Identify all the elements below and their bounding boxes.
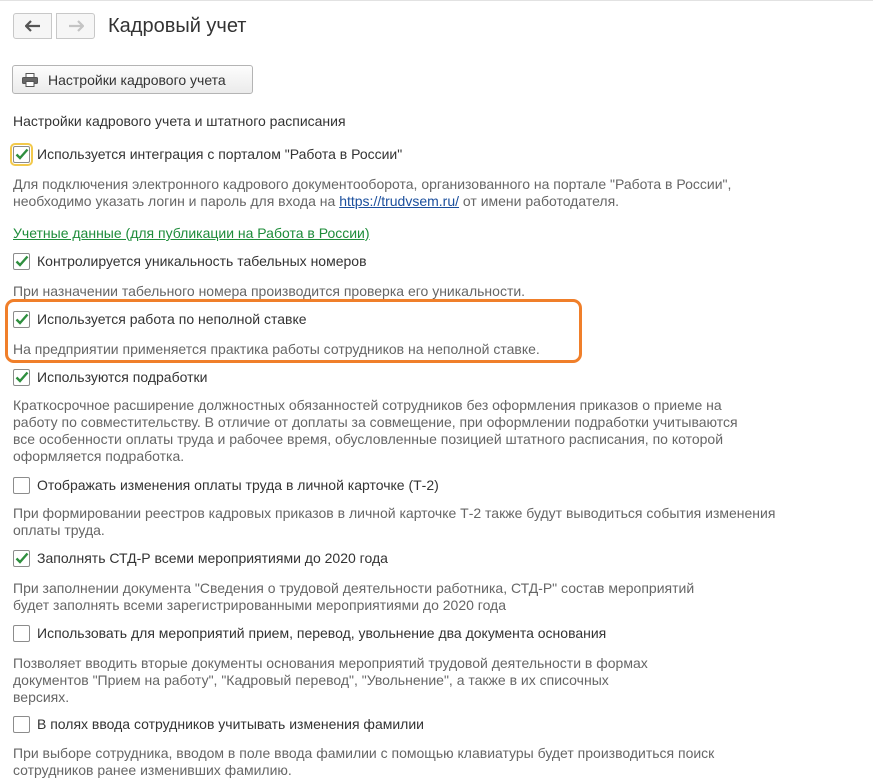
checkmark-icon bbox=[15, 255, 28, 267]
checkbox-part-time[interactable] bbox=[13, 310, 30, 328]
option-description: Краткосрочное расширение должностных обя… bbox=[13, 397, 738, 464]
checkbox-portal-integration[interactable] bbox=[10, 142, 33, 166]
option-label: Используются подработки bbox=[37, 369, 208, 385]
checkbox-surname-changes[interactable] bbox=[13, 715, 30, 733]
arrow-right-icon bbox=[68, 20, 84, 32]
arrow-left-icon bbox=[24, 20, 40, 32]
option-label: Используется интеграция с порталом "Рабо… bbox=[37, 146, 403, 162]
description-text-end: от имени работодателя. bbox=[459, 193, 620, 209]
hr-settings-button-label: Настройки кадрового учета bbox=[48, 71, 226, 88]
option-surname-changes[interactable]: В полях ввода сотрудников учитывать изме… bbox=[13, 714, 424, 734]
checkmark-icon bbox=[15, 313, 28, 325]
option-label: Контролируется уникальность табельных но… bbox=[37, 253, 367, 269]
option-description: На предприятии применяется практика рабо… bbox=[13, 341, 540, 357]
checkbox-two-documents[interactable] bbox=[13, 624, 30, 642]
option-description: Позволяет вводить вторые документы основ… bbox=[13, 655, 648, 705]
checkmark-icon bbox=[15, 148, 28, 160]
option-label: Использовать для мероприятий прием, пере… bbox=[37, 625, 607, 641]
window-top-border bbox=[0, 0, 873, 1]
section-title: Настройки кадрового учета и штатного рас… bbox=[13, 113, 346, 129]
option-side-jobs[interactable]: Используются подработки bbox=[13, 367, 207, 387]
checkmark-icon bbox=[15, 552, 28, 564]
option-description: При формировании реестров кадровых прика… bbox=[13, 505, 776, 538]
checkbox-t2-card[interactable] bbox=[13, 476, 30, 494]
option-label: Используется работа по неполной ставке bbox=[37, 311, 307, 327]
checkbox-unique-numbers[interactable] bbox=[13, 252, 30, 270]
option-portal-integration[interactable]: Используется интеграция с порталом "Рабо… bbox=[10, 142, 403, 166]
page-title: Кадровый учет bbox=[108, 15, 247, 37]
printer-icon bbox=[22, 72, 38, 87]
back-button[interactable] bbox=[13, 13, 52, 39]
option-label: Заполнять СТД-Р всеми мероприятиями до 2… bbox=[37, 550, 388, 566]
option-unique-numbers[interactable]: Контролируется уникальность табельных но… bbox=[13, 251, 367, 271]
option-description-portal: Для подключения электронного кадрового д… bbox=[13, 176, 853, 210]
option-two-documents[interactable]: Использовать для мероприятий прием, пере… bbox=[13, 623, 606, 643]
option-label: Отображать изменения оплаты труда в личн… bbox=[37, 477, 439, 493]
option-description: При назначении табельного номера произво… bbox=[13, 283, 526, 299]
checkmark-icon bbox=[15, 371, 28, 383]
checkbox-stdr[interactable] bbox=[13, 549, 30, 567]
option-label: В полях ввода сотрудников учитывать изме… bbox=[37, 716, 424, 732]
credentials-link[interactable]: Учетные данные (для публикации на Работа… bbox=[13, 224, 370, 242]
hr-settings-button[interactable]: Настройки кадрового учета bbox=[12, 65, 253, 94]
option-description: При выборе сотрудника, вводом в поле вво… bbox=[13, 745, 715, 778]
option-part-time[interactable]: Используется работа по неполной ставке bbox=[13, 309, 307, 329]
forward-button[interactable] bbox=[56, 13, 95, 39]
option-description: При заполнении документа "Сведения о тру… bbox=[13, 580, 695, 613]
option-stdr[interactable]: Заполнять СТД-Р всеми мероприятиями до 2… bbox=[13, 548, 388, 568]
option-t2-card[interactable]: Отображать изменения оплаты труда в личн… bbox=[13, 475, 439, 495]
trudvsem-link[interactable]: https://trudvsem.ru/ bbox=[339, 193, 459, 209]
checkbox-side-jobs[interactable] bbox=[13, 368, 30, 386]
